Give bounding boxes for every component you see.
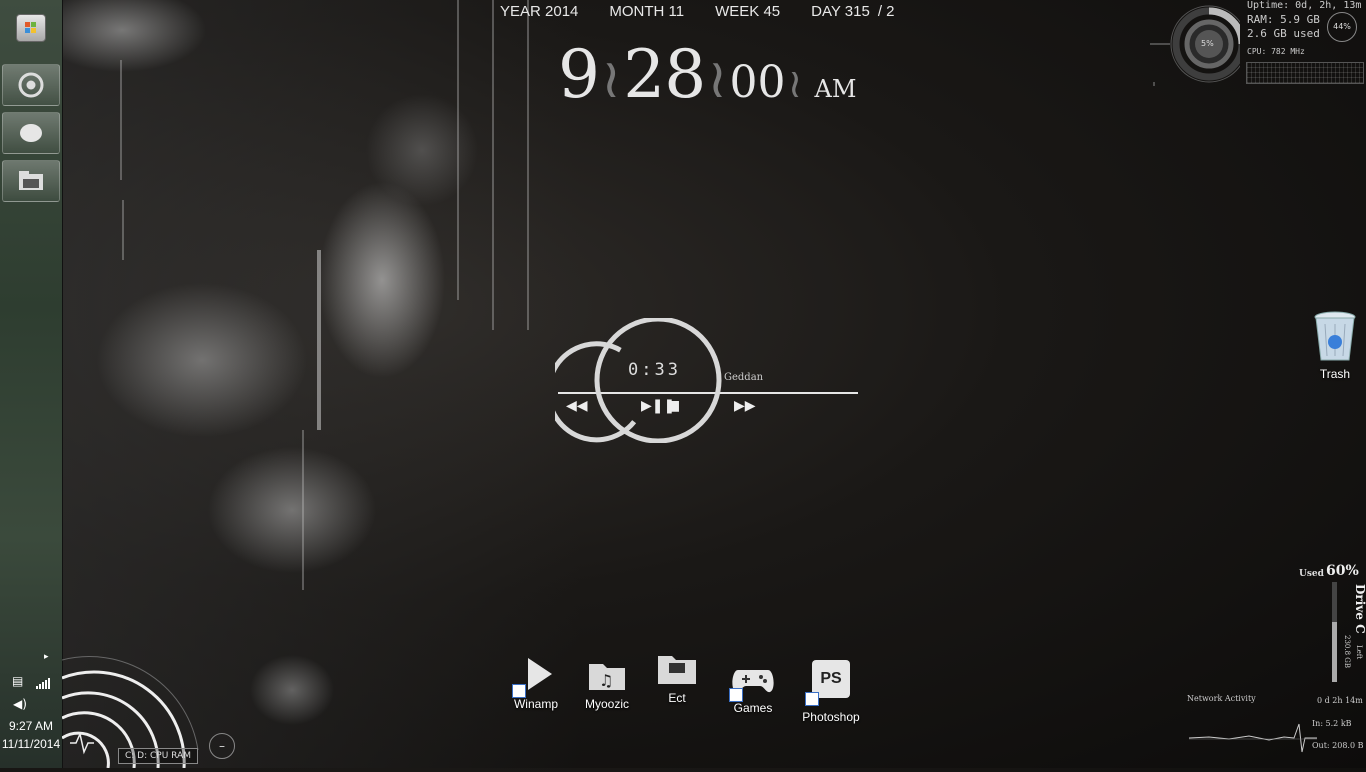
player-time: 0:33: [628, 360, 681, 380]
desktop-icon-games[interactable]: Games: [725, 660, 781, 715]
next-button[interactable]: ▶▶: [734, 398, 756, 414]
clock-second: 00: [729, 57, 786, 108]
desktop-icon-photoshop[interactable]: PS Photoshop: [799, 660, 863, 724]
taskbar-chrome-button[interactable]: [2, 64, 60, 106]
ect-icon: [658, 656, 696, 684]
myoozic-icon: ♫: [589, 664, 625, 690]
drive-bar-track: [1332, 582, 1337, 682]
drive-free: 230.8 GB: [1343, 635, 1351, 669]
day-suffix: / 2: [877, 3, 895, 20]
shortcut-arrow-icon: [512, 684, 526, 698]
previous-button[interactable]: ◀◀: [566, 398, 588, 414]
desktop-icon-myoozic[interactable]: ♫ Myoozic: [578, 656, 636, 711]
signal-icon[interactable]: [36, 674, 50, 693]
svg-text:♫: ♫: [599, 671, 613, 690]
track-title: Geddan: [724, 372, 764, 383]
clock-separator: ≀: [787, 61, 803, 107]
drive-left-label: Left: [1355, 645, 1363, 660]
desktop-icon-label: Trash: [1319, 367, 1351, 381]
cpu-percent: 5%: [1201, 39, 1214, 48]
clock-ampm: AM: [814, 75, 857, 103]
desktop-icon-label: Myoozic: [584, 697, 629, 711]
clipboard-icon[interactable]: ▤: [12, 674, 23, 688]
cpu-graph: [1246, 62, 1364, 84]
windows-logo-icon: [25, 22, 36, 33]
start-button[interactable]: [16, 14, 46, 42]
ram-text: RAM: 5.9 GB: [1247, 13, 1320, 26]
explorer-icon: [19, 171, 43, 190]
network-in: In: 5.2 kB: [1312, 719, 1352, 728]
year-label: YEAR 2014: [500, 3, 579, 20]
ram-percent-dial: 44%: [1327, 12, 1357, 42]
network-graph: [1189, 723, 1317, 753]
player-rings: [555, 318, 858, 443]
taskbar: ▸ ▤ ◀) 9:27 AM 11/11/2014: [0, 0, 63, 768]
chat-bubble-icon: [20, 124, 42, 142]
shortcut-arrow-icon: [729, 688, 743, 702]
drive-label: Drive C: [1353, 584, 1366, 634]
clock-separator: ≀: [707, 47, 728, 110]
ram-used-text: 2.6 GB used: [1247, 27, 1320, 40]
cpu-speed-text: CPU: 782 MHz: [1247, 47, 1305, 56]
cpu-gauge-icon: [1150, 5, 1240, 86]
desktop-icon-winamp[interactable]: Winamp: [508, 654, 564, 711]
corner-widget-toggle[interactable]: –: [209, 733, 235, 759]
month-label: MONTH 11: [609, 3, 685, 20]
desktop-icon-label: Ect: [668, 691, 686, 705]
drive-used-percent: 60%: [1326, 563, 1359, 579]
drive-used-label: Used: [1299, 569, 1324, 579]
network-title: Network Activity: [1187, 694, 1256, 703]
network-uptime: 0 d 2h 14m: [1317, 696, 1363, 705]
trash-icon: [1314, 311, 1356, 361]
network-out: Out: 208.0 B: [1312, 741, 1364, 750]
desktop-icon-label: Winamp: [513, 697, 558, 711]
taskbar-messenger-button[interactable]: [2, 112, 60, 154]
shortcut-arrow-icon: [805, 692, 819, 706]
week-label: WEEK 45: [715, 3, 781, 20]
stop-button[interactable]: ■: [667, 398, 680, 414]
clock-separator: ≀: [601, 47, 622, 110]
drive-meter: Used 60% Drive C 230.8 GB Left: [1295, 560, 1366, 690]
network-monitor: Network Activity 0 d 2h 14m In: 5.2 kB O…: [1185, 690, 1365, 768]
day-label: DAY 315: [811, 3, 870, 20]
corner-widget-labels[interactable]: C: D: CPU RAM: [118, 748, 198, 764]
clock-hour: 9: [558, 36, 600, 113]
tray-expand-icon[interactable]: ▸: [44, 652, 49, 662]
drive-bar-fill: [1332, 622, 1337, 682]
corner-widget: C: D: CPU RAM –: [61, 630, 235, 769]
tray-time[interactable]: 9:27 AM: [0, 719, 62, 733]
desktop-icon-ect[interactable]: Ect: [652, 650, 702, 705]
clock-minute: 28: [623, 36, 706, 113]
clock: 9 ≀ 28 ≀ 00 ≀ AM: [558, 36, 856, 113]
uptime-text: Uptime: 0d, 2h, 13m: [1247, 0, 1362, 11]
desktop-icon-trash[interactable]: Trash: [1310, 310, 1360, 381]
chrome-icon: [18, 72, 44, 98]
date-bar: YEAR 2014 MONTH 11 WEEK 45 DAY 315 / 2: [500, 3, 926, 20]
tray-date[interactable]: 11/11/2014: [0, 737, 62, 751]
volume-icon[interactable]: ◀): [13, 697, 27, 711]
desktop-icon-label: Games: [733, 701, 773, 715]
desktop-icon-label: Photoshop: [802, 710, 860, 724]
taskbar-explorer-button[interactable]: [2, 160, 60, 202]
